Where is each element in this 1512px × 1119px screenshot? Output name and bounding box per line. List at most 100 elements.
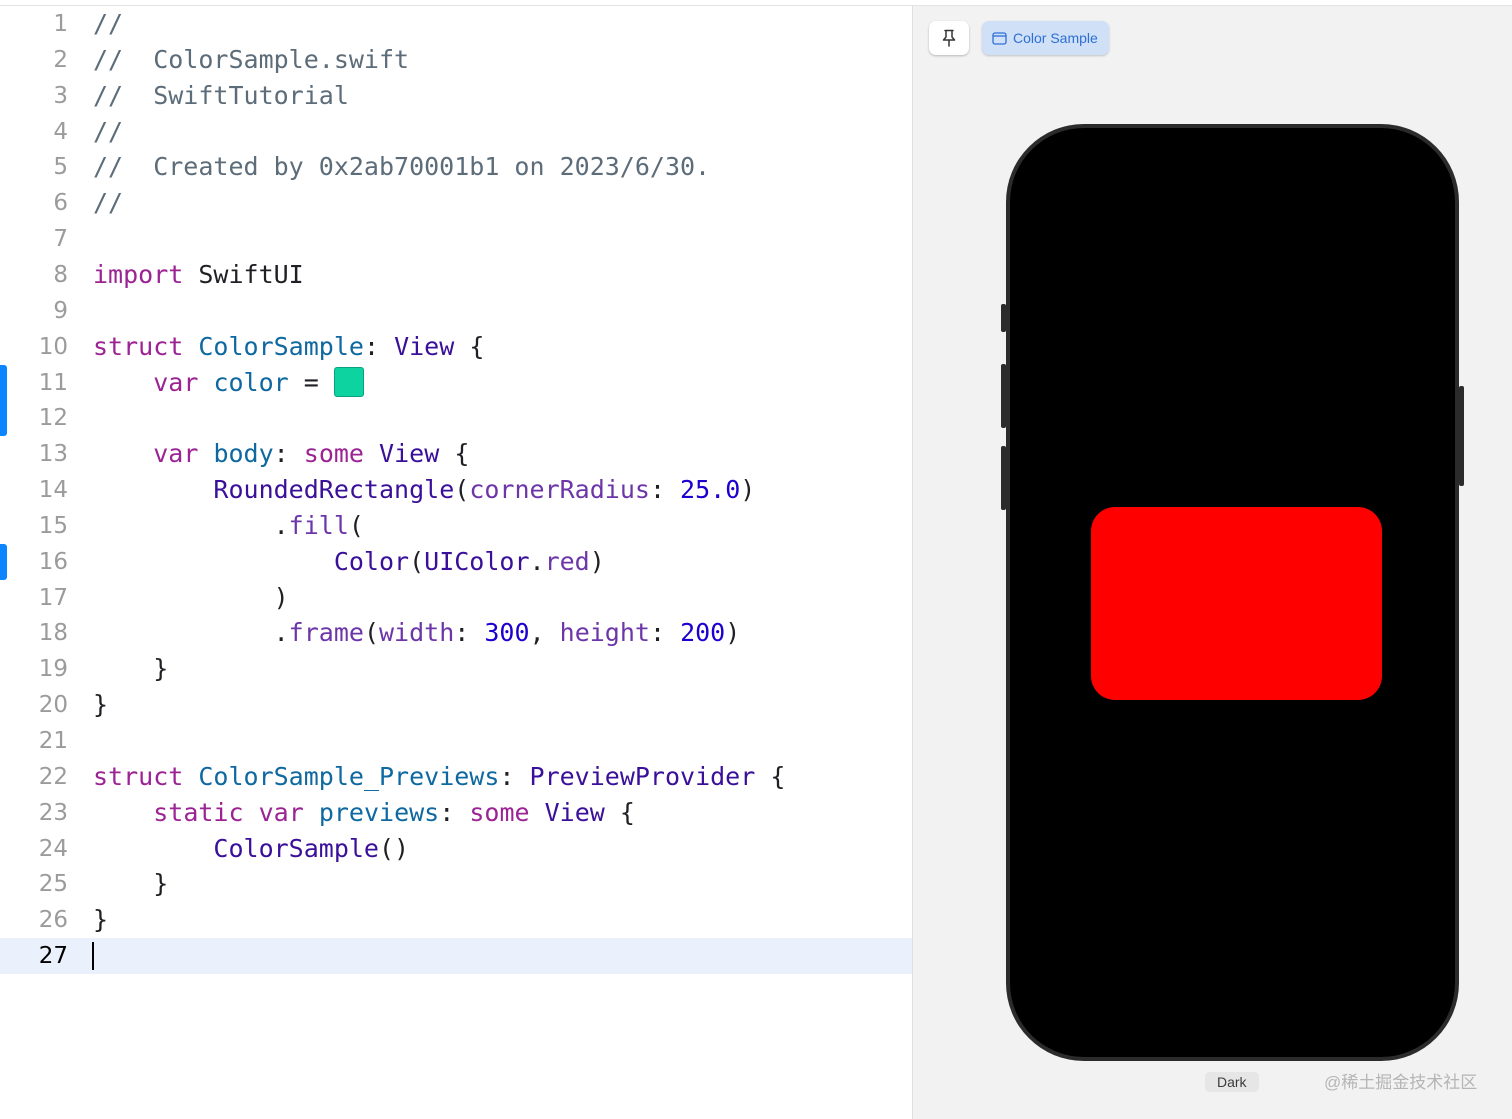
code-text: } — [93, 866, 168, 902]
line-number: 2 — [53, 46, 68, 73]
line-number: 18 — [38, 620, 68, 647]
code-line[interactable]: 8 import SwiftUI — [0, 257, 912, 293]
code-token: var — [153, 439, 199, 469]
code-token: // — [93, 9, 124, 38]
code-line[interactable]: 11 var color = — [0, 365, 912, 401]
code-token: : — [273, 439, 304, 469]
code-text: static var previews: some View { — [93, 795, 635, 831]
code-line[interactable]: 12 — [0, 400, 912, 436]
rounded-rectangle-red — [1091, 507, 1382, 700]
code-line[interactable]: 3 // SwiftTutorial — [0, 78, 912, 114]
code-text: // — [93, 114, 123, 150]
code-line[interactable]: 6 // — [0, 185, 912, 221]
code-token: } — [93, 690, 109, 720]
code-token: previews — [318, 797, 440, 827]
code-line[interactable]: 27 — [0, 938, 912, 975]
code-token: frame — [288, 618, 364, 648]
code-text: RoundedRectangle(cornerRadius: 25.0) — [93, 472, 755, 508]
code-token: red — [544, 546, 590, 576]
color-scheme-label[interactable]: Dark — [1205, 1072, 1259, 1092]
code-line[interactable]: 2 // ColorSample.swift — [0, 42, 912, 78]
code-token: 25.0 — [680, 475, 741, 505]
code-token: // Created by 0x2ab70001b1 on 2023/6/30. — [93, 152, 711, 182]
line-number: 13 — [38, 441, 68, 468]
code-token: body — [213, 439, 274, 469]
code-line[interactable]: 20} — [0, 687, 912, 723]
code-token: } — [93, 654, 169, 684]
preview-tab-label: Color Sample — [1013, 30, 1098, 46]
preview-tab-color-sample[interactable]: Color Sample — [982, 21, 1109, 55]
code-token: View — [394, 331, 455, 361]
code-line[interactable]: 4 // — [0, 114, 912, 150]
code-line[interactable]: 16 Color(UIColor.red) — [0, 544, 912, 580]
line-number: 1 — [53, 11, 68, 37]
code-token: struct — [93, 331, 184, 361]
code-line[interactable]: 19 } — [0, 651, 912, 687]
code-text: // SwiftTutorial — [93, 78, 349, 114]
code-token: . — [93, 510, 289, 540]
code-token: ColorSample — [213, 833, 379, 863]
code-token: some — [469, 797, 530, 827]
code-token: ColorSample — [198, 331, 364, 361]
code-token: . — [93, 618, 289, 648]
code-text: struct ColorSample: View { — [93, 329, 484, 365]
code-token: // ColorSample.swift — [93, 44, 410, 74]
code-text: ) — [93, 580, 289, 616]
code-token: 200 — [680, 618, 726, 648]
code-token: View — [379, 439, 440, 469]
line-number: 17 — [38, 584, 68, 611]
code-line[interactable]: 22 struct ColorSample_Previews: PreviewPr… — [0, 759, 912, 795]
code-token: : — [499, 761, 530, 791]
code-line[interactable]: 15 .fill( — [0, 508, 912, 544]
code-line[interactable]: 7 — [0, 221, 912, 257]
code-token: import — [93, 259, 184, 289]
code-token: fill — [288, 510, 349, 540]
code-line[interactable]: 23 static var previews: some View { — [0, 795, 912, 831]
code-line[interactable]: 18 .frame(width: 300, height: 200) — [0, 615, 912, 651]
code-line[interactable]: 25 } — [0, 866, 912, 902]
code-line[interactable]: 5 // Created by 0x2ab70001b1 on 2023/6/30… — [0, 149, 912, 185]
code-line[interactable]: 9 — [0, 293, 912, 329]
pin-icon — [942, 29, 956, 47]
line-number: 16 — [38, 548, 68, 575]
code-editor[interactable]: 1 // 2 // ColorSample.swift 3 // SwiftTutoria… — [0, 6, 912, 1119]
text-cursor — [92, 942, 94, 971]
color-literal-swatch[interactable] — [333, 366, 364, 397]
line-number: 23 — [38, 799, 68, 826]
code-token: ) — [740, 475, 756, 505]
code-token: // SwiftTutorial — [93, 80, 349, 110]
code-line[interactable]: 1 // — [0, 6, 912, 42]
code-line[interactable]: 21 — [0, 723, 912, 759]
line-number: 26 — [38, 907, 68, 934]
code-token: { — [439, 439, 470, 469]
code-token: } — [93, 869, 169, 899]
change-indicator-bar[interactable] — [0, 543, 7, 580]
code-text: // — [93, 185, 123, 221]
change-indicator-bar[interactable] — [0, 364, 7, 437]
line-number: 6 — [53, 190, 68, 217]
code-line[interactable]: 14 RoundedRectangle(cornerRadius: 25.0) — [0, 472, 912, 508]
code-token: ) — [725, 618, 741, 648]
code-token: 300 — [484, 618, 530, 648]
code-token: some — [303, 439, 364, 469]
code-text: .fill( — [93, 508, 364, 544]
line-number: 19 — [38, 656, 68, 683]
code-line[interactable]: 10 struct ColorSample: View { — [0, 329, 912, 365]
code-line[interactable]: 13 var body: some View { — [0, 436, 912, 472]
code-token: ( — [454, 475, 470, 505]
code-text: var color = — [93, 365, 364, 401]
iphone-device-preview[interactable] — [1001, 124, 1464, 1061]
code-token: Color — [333, 546, 410, 576]
code-line[interactable]: 17 ) — [0, 580, 912, 616]
code-line[interactable]: 26} — [0, 902, 912, 938]
device-power-button — [1459, 386, 1464, 486]
pin-preview-button[interactable] — [929, 21, 969, 55]
line-number: 4 — [53, 118, 68, 145]
code-line[interactable]: 24 ColorSample() — [0, 831, 912, 867]
